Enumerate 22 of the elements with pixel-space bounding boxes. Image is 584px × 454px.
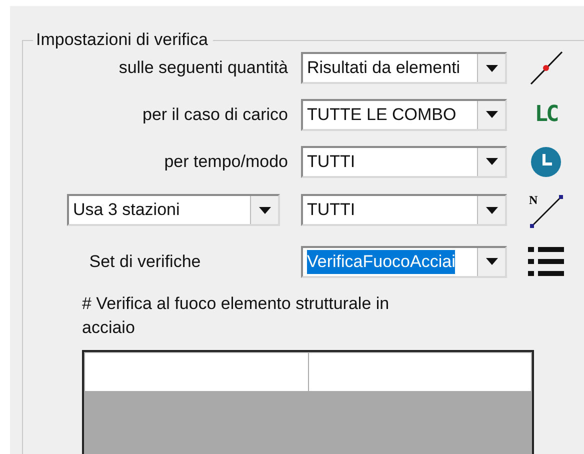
list-icon[interactable] [528,246,564,278]
group-title: Impostazioni di verifica [35,31,209,49]
point-line-icon[interactable] [529,51,563,85]
dropdown[interactable]: Risultati da elementi [301,52,507,84]
dropdown[interactable]: TUTTI [301,194,507,226]
caret-icon [486,206,498,214]
caret-icon [258,206,270,214]
dropdown[interactable]: TUTTI [301,146,507,178]
field-label: per tempo/modo [163,152,288,172]
dropdown[interactable]: VerificaFuocoAcciai [301,246,507,278]
clock-icon[interactable] [531,146,561,176]
dropdown[interactable]: Usa 3 stazioni [67,194,280,226]
caret-icon [486,258,498,265]
caret-icon [486,111,498,118]
caret-icon [486,158,498,165]
description-text: # Verifica al fuoco elemento strutturale in acciaio [82,293,390,339]
field-label: per il caso di carico [141,104,288,124]
field-label: sulle seguenti quantità [118,58,288,78]
caret-icon [486,64,498,72]
lc-icon[interactable]: LC [534,102,558,127]
field-label: Set di verifiche [88,252,202,272]
dropdown[interactable]: TUTTE LE COMBO [301,98,507,130]
